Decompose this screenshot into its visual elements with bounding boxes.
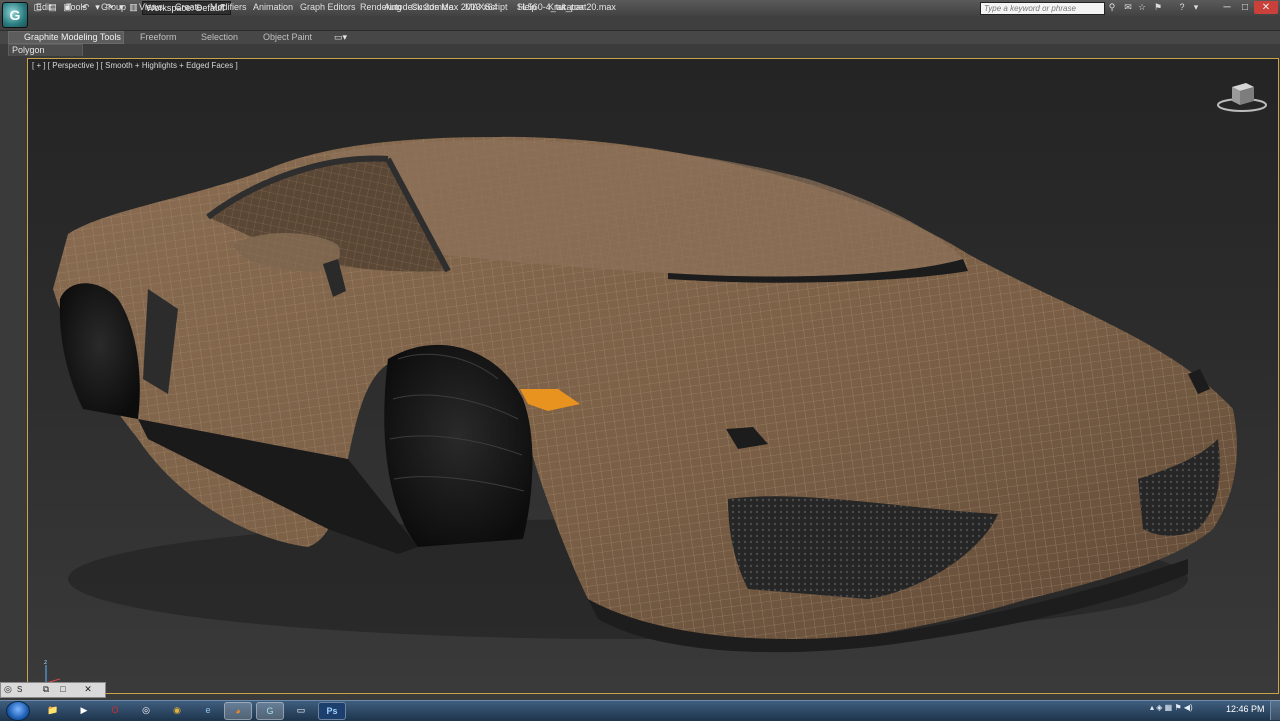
show-desktop-button[interactable] xyxy=(1270,700,1280,720)
help-icon[interactable]: ? xyxy=(1176,2,1188,13)
tray-volume-icon[interactable]: ◀) xyxy=(1184,703,1193,712)
minimized-window[interactable]: ◎ S ⧉ □ ✕ xyxy=(0,682,106,698)
menu-modifiers[interactable]: Modifiers xyxy=(210,2,247,12)
menu-maxscript[interactable]: MAXScript xyxy=(465,2,508,12)
svg-text:z: z xyxy=(44,659,47,666)
menu-group[interactable]: Group xyxy=(101,2,126,12)
perspective-viewport[interactable]: [ + ] [ Perspective ] [ Smooth + Highlig… xyxy=(27,58,1279,694)
taskbar-photoshop-icon[interactable]: Ps xyxy=(318,702,346,720)
tab-graphite-modeling-tools[interactable]: Graphite Modeling Tools xyxy=(24,32,121,42)
window-icon: ◎ xyxy=(4,684,12,694)
communication-center-icon[interactable]: ✉ xyxy=(1122,2,1134,13)
menu-krakatoa[interactable]: Krakatoa xyxy=(548,2,584,12)
tab-object-paint[interactable]: Object Paint xyxy=(263,32,312,42)
help-dropdown-icon[interactable]: ▾ xyxy=(1190,2,1202,13)
restore-button[interactable]: ⧉ xyxy=(39,684,53,695)
favorites-icon[interactable]: ☆ xyxy=(1136,2,1148,13)
menu-views[interactable]: Views xyxy=(139,2,163,12)
taskbar-chrome-icon[interactable]: ◉ xyxy=(164,702,190,718)
menu-help[interactable]: Help xyxy=(518,2,537,12)
menu-edit[interactable]: Edit xyxy=(36,2,52,12)
menu-graph-editors[interactable]: Graph Editors xyxy=(300,2,356,12)
menu-rendering[interactable]: Rendering xyxy=(360,2,402,12)
ribbon-panel-bar xyxy=(0,44,1280,56)
close-button[interactable]: ✕ xyxy=(81,684,95,695)
minimized-window-label: S xyxy=(17,685,23,694)
taskbar-window-icon[interactable]: ▭ xyxy=(288,702,314,718)
car-mesh-model[interactable] xyxy=(28,59,1278,693)
search-input[interactable]: Type a keyword or phrase xyxy=(980,2,1105,15)
tray-flag-icon[interactable]: ⚑ xyxy=(1174,703,1181,712)
tab-freeform[interactable]: Freeform xyxy=(140,32,177,42)
menu-tools[interactable]: Tools xyxy=(66,2,87,12)
taskbar-explorer-icon[interactable]: 📁 xyxy=(40,702,66,718)
system-tray: ▴ ◈ ▦ ⚑ ◀) xyxy=(1150,703,1230,717)
taskbar-network-icon[interactable]: ◎ xyxy=(133,702,159,718)
close-button[interactable]: ✕ xyxy=(1254,1,1278,14)
ribbon-bar xyxy=(0,31,1280,44)
menu-create[interactable]: Create xyxy=(175,2,202,12)
start-button[interactable] xyxy=(6,701,30,721)
menu-animation[interactable]: Animation xyxy=(253,2,293,12)
taskbar-ie-icon[interactable]: e xyxy=(195,702,221,718)
menu-bar xyxy=(0,16,1280,31)
maximize-button[interactable]: □ xyxy=(1236,1,1254,14)
subscription-icon[interactable]: ⚑ xyxy=(1152,2,1164,13)
tray-app-icon[interactable]: ◈ xyxy=(1156,703,1162,712)
tray-network-icon[interactable]: ▦ xyxy=(1165,703,1173,712)
taskbar-3dsmax-icon[interactable]: G xyxy=(256,702,284,720)
taskbar xyxy=(0,700,1280,721)
taskbar-media-player-icon[interactable]: ▶ xyxy=(71,702,97,718)
taskbar-opera-icon[interactable]: O xyxy=(102,702,128,718)
maximize-button[interactable]: □ xyxy=(56,684,70,695)
tab-selection[interactable]: Selection xyxy=(201,32,238,42)
taskbar-clock[interactable]: 12:46 PM xyxy=(1226,704,1265,714)
ribbon-options-icon[interactable]: ▭▾ xyxy=(334,32,347,43)
app-logo-button[interactable]: G xyxy=(2,2,28,28)
binoculars-icon[interactable]: ⚲ xyxy=(1106,2,1118,13)
taskbar-firefox-icon[interactable]: ◕ xyxy=(224,702,252,720)
menu-customize[interactable]: Customize xyxy=(411,2,454,12)
tray-expand-icon[interactable]: ▴ xyxy=(1150,703,1154,712)
minimize-button[interactable]: ─ xyxy=(1218,1,1236,14)
